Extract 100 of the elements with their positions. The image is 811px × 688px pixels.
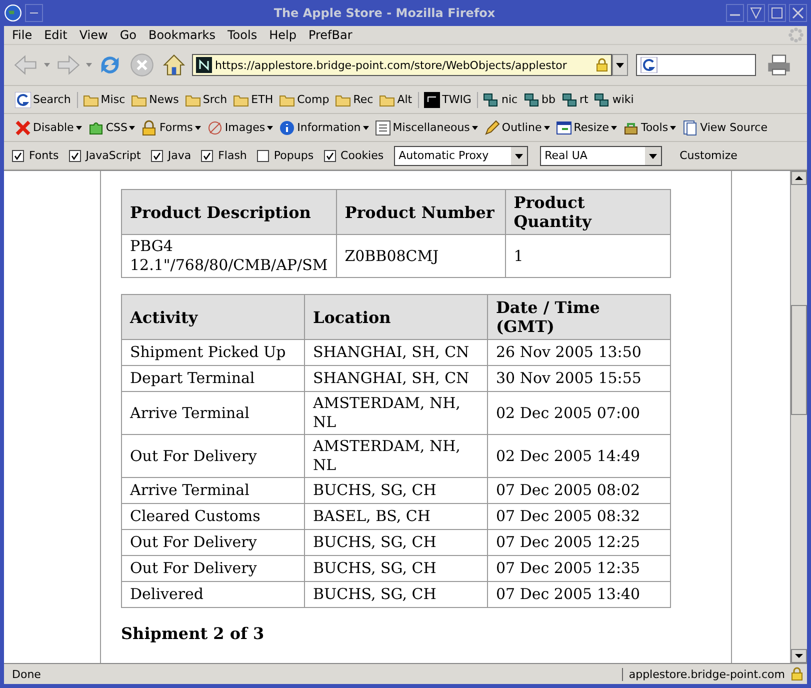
column-header: Activity xyxy=(122,294,304,340)
toolbar-menu-button[interactable]: Forms xyxy=(138,120,204,136)
menu-item[interactable]: Tools xyxy=(224,28,266,42)
customize-button[interactable]: Customize xyxy=(680,149,738,162)
bookmark[interactable]: Search xyxy=(12,92,74,108)
column-header: Product Description xyxy=(122,190,336,234)
menu-item[interactable]: Go xyxy=(116,28,144,42)
puzzle-icon xyxy=(88,120,104,136)
bookmark[interactable]: rt xyxy=(558,92,592,108)
menu-item[interactable]: View xyxy=(75,28,116,42)
bookmark[interactable]: Comp xyxy=(276,92,332,108)
checkbox-icon xyxy=(324,150,336,162)
toolbar-menu-button[interactable]: View Source xyxy=(679,120,770,136)
table-cell: 1 xyxy=(505,234,670,278)
scroll-down-icon[interactable] xyxy=(791,649,807,663)
home-icon[interactable] xyxy=(161,52,187,78)
menu-item[interactable]: File xyxy=(8,28,40,42)
bookmark[interactable]: Alt xyxy=(376,92,416,108)
table-cell: BASEL, BS, CH xyxy=(304,504,488,530)
table-cell: Out For Delivery xyxy=(122,556,304,582)
menu-item[interactable]: Edit xyxy=(40,28,76,42)
bookmark[interactable]: wiki xyxy=(591,92,637,108)
section-heading: Shipment 2 of 3 xyxy=(121,624,266,643)
maximize-icon[interactable] xyxy=(768,4,786,22)
window-icon xyxy=(556,120,572,136)
table-cell: Delivered xyxy=(122,582,304,608)
menu-label: Tools xyxy=(640,121,668,134)
address-field[interactable]: https://applestore.bridge-point.com/store/WebObjects/applestor xyxy=(192,54,612,76)
bookmark[interactable]: bb xyxy=(520,92,559,108)
table-cell: BUCHS, SG, CH xyxy=(304,478,488,504)
menu-item[interactable]: Bookmarks xyxy=(144,28,224,42)
proxy-dropdown[interactable]: Automatic Proxy xyxy=(394,146,528,166)
menu-label: Disable xyxy=(33,121,74,134)
menu-item[interactable]: Help xyxy=(265,28,304,42)
scroll-up-icon[interactable] xyxy=(791,171,807,185)
bookmark[interactable]: Rec xyxy=(332,92,376,108)
scrollbar-thumb[interactable] xyxy=(791,305,807,415)
column-header: Location xyxy=(304,294,488,340)
site-icon xyxy=(424,92,440,108)
table-cell: 07 Dec 2005 08:02 xyxy=(488,478,670,504)
user-agent-dropdown[interactable]: Real UA xyxy=(540,146,662,166)
network-icon xyxy=(524,92,540,108)
toolbar-menu-button[interactable]: CSS xyxy=(84,120,138,136)
network-icon xyxy=(594,92,610,108)
menu-label: Information xyxy=(297,121,361,134)
toolbar-menu-button[interactable]: Outline xyxy=(480,120,553,136)
window-menu-icon[interactable] xyxy=(25,4,43,22)
toolbar-menu-button[interactable]: Resize xyxy=(552,120,620,136)
minimize-icon[interactable] xyxy=(726,4,744,22)
bookmark[interactable]: TWIG xyxy=(418,92,474,108)
checkbox[interactable]: Java xyxy=(150,149,192,162)
toolbar-menu-button[interactable]: Disable xyxy=(12,120,85,136)
caret-icon[interactable] xyxy=(86,63,92,67)
checkbox[interactable]: JavaScript xyxy=(68,149,141,162)
globe-icon[interactable] xyxy=(4,4,22,22)
bookmark[interactable]: nic xyxy=(477,92,521,108)
checkbox[interactable]: Popups xyxy=(256,149,314,162)
table-cell: 07 Dec 2005 12:35 xyxy=(488,556,670,582)
toolbar-menu-button[interactable]: Information xyxy=(276,120,372,136)
printer-icon[interactable] xyxy=(766,52,792,78)
table-cell: Cleared Customs xyxy=(122,504,304,530)
table-cell: 02 Dec 2005 07:00 xyxy=(488,392,670,434)
menu-label: Miscellaneous xyxy=(392,121,470,134)
table-cell: Z0BB08CMJ xyxy=(336,234,506,278)
checkbox[interactable]: Fonts xyxy=(12,149,59,162)
checkbox-icon xyxy=(68,150,81,162)
checkbox-icon xyxy=(150,150,163,162)
table-cell: Shipment Picked Up xyxy=(122,340,304,366)
toolbar-menu-button[interactable]: Images xyxy=(204,120,276,136)
list-icon xyxy=(374,120,391,136)
menu-item[interactable]: PrefBar xyxy=(304,28,360,42)
shade-icon[interactable] xyxy=(747,4,765,22)
status-text: Done xyxy=(11,668,42,680)
search-field[interactable] xyxy=(636,54,756,76)
bookmark[interactable]: Misc xyxy=(76,92,128,108)
table-cell: 07 Dec 2005 12:25 xyxy=(488,530,670,556)
column-header: Date / Time (GMT) xyxy=(488,294,670,340)
checkbox[interactable]: Flash xyxy=(201,149,247,162)
table-cell: Arrive Terminal xyxy=(122,392,304,434)
column-header: Product Quantity xyxy=(505,190,670,234)
cross-icon xyxy=(15,120,31,136)
table-cell: BUCHS, SG, CH xyxy=(304,556,488,582)
checkbox[interactable]: Cookies xyxy=(324,149,384,162)
toolbar-menu-button[interactable]: Miscellaneous xyxy=(372,120,481,136)
bookmark[interactable]: Srch xyxy=(182,92,230,108)
bookmark[interactable]: ETH xyxy=(230,92,276,108)
menu-label: Outline xyxy=(502,121,542,134)
menu-label: Images xyxy=(224,121,266,134)
lock-icon xyxy=(141,120,158,136)
table-cell: SHANGHAI, SH, CN xyxy=(304,366,488,392)
caret-icon[interactable] xyxy=(44,63,50,67)
lock-icon xyxy=(596,58,608,72)
search-engine-icon[interactable] xyxy=(640,57,658,73)
close-icon[interactable] xyxy=(789,4,807,22)
toolbar-menu-button[interactable]: Tools xyxy=(620,120,680,136)
stop-icon[interactable] xyxy=(129,52,155,78)
table-cell: 02 Dec 2005 14:49 xyxy=(488,434,670,478)
bookmark[interactable]: News xyxy=(128,92,182,108)
dropdown-value: Automatic Proxy xyxy=(398,149,489,162)
table-cell: 07 Dec 2005 13:40 xyxy=(488,582,670,608)
